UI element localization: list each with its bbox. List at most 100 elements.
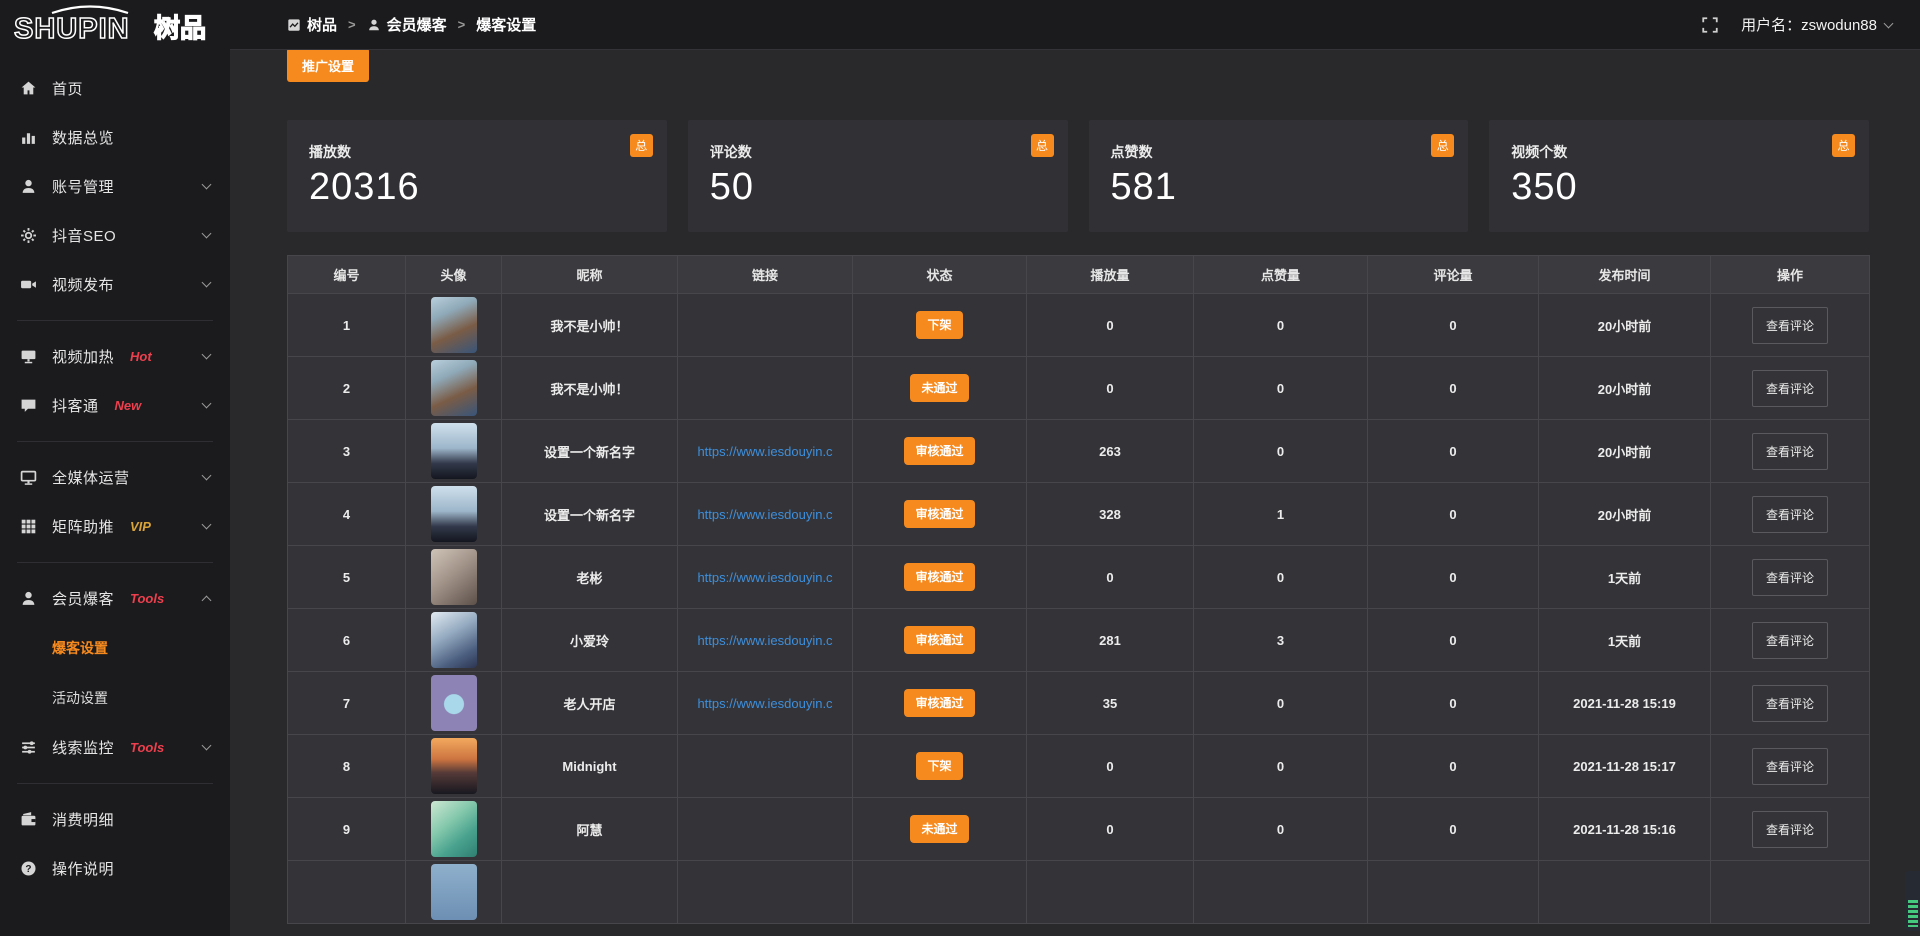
sidebar-item-label: 账号管理 — [52, 176, 114, 197]
sidebar-item-omnimedia[interactable]: 全媒体运营 — [0, 453, 230, 502]
sidebar-subitem-label: 活动设置 — [52, 688, 108, 708]
cell-avatar — [406, 483, 502, 546]
total-badge: 总 — [1832, 134, 1855, 157]
cell-avatar — [406, 546, 502, 609]
sidebar-item-account-mgmt[interactable]: 账号管理 — [0, 162, 230, 211]
brand-name-cn: 树品 — [154, 13, 206, 43]
cell-action: 查看评论 — [1711, 861, 1870, 924]
sidebar-item-douyin-seo[interactable]: 抖音SEO — [0, 211, 230, 260]
cell-likes: 0 — [1194, 546, 1368, 609]
cell-status: 审核通过 — [853, 672, 1027, 735]
cell-avatar — [406, 672, 502, 735]
sidebar-item-home[interactable]: 首页 — [0, 64, 230, 113]
cell-likes: 1 — [1194, 483, 1368, 546]
chevron-down-icon — [202, 399, 212, 409]
cell-nickname: 设置一个新名字 — [502, 483, 678, 546]
cell-nickname: Midnight — [502, 735, 678, 798]
video-link[interactable]: https://www.iesdouyin.c — [697, 507, 832, 522]
video-link[interactable]: https://www.iesdouyin.c — [697, 570, 832, 585]
stat-card-label: 点赞数 — [1111, 142, 1447, 162]
avatar — [431, 864, 477, 920]
sidebar-item-douketong[interactable]: 抖客通 New — [0, 381, 230, 430]
cell-action: 查看评论 — [1711, 294, 1870, 357]
view-comments-button[interactable]: 查看评论 — [1752, 811, 1828, 848]
sidebar-item-video-publish[interactable]: 视频发布 — [0, 260, 230, 309]
view-comments-button[interactable]: 查看评论 — [1752, 685, 1828, 722]
breadcrumb-item-shupin[interactable]: 树品 — [287, 14, 337, 35]
column-header: 头像 — [406, 256, 502, 294]
stat-card-label: 评论数 — [710, 142, 1046, 162]
sidebar-item-help[interactable]: ? 操作说明 — [0, 844, 230, 893]
browser-widget[interactable] — [1905, 871, 1920, 931]
cell-avatar — [406, 420, 502, 483]
column-header: 发布时间 — [1539, 256, 1711, 294]
fullscreen-icon[interactable] — [1701, 16, 1719, 34]
cell-plays: 281 — [1027, 609, 1194, 672]
cell-nickname: 小爱玲 — [502, 609, 678, 672]
stat-card: 点赞数 581 总 — [1089, 120, 1469, 232]
cell-action: 查看评论 — [1711, 357, 1870, 420]
cell-id — [288, 861, 406, 924]
view-comments-button[interactable]: 查看评论 — [1752, 433, 1828, 470]
stat-card-label: 播放数 — [309, 142, 645, 162]
cell-id: 5 — [288, 546, 406, 609]
cell-action: 查看评论 — [1711, 420, 1870, 483]
sidebar-subitem-baoke-settings[interactable]: 爆客设置 — [0, 623, 230, 673]
table-row: 8 Midnight 下架 0 0 0 2021-11-28 15:17 查看评… — [288, 735, 1870, 798]
table-row: 5 老彬 https://www.iesdouyin.c 审核通过 0 0 0 … — [288, 546, 1870, 609]
cell-publish-time: 1天前 — [1539, 546, 1711, 609]
user-menu[interactable]: 用户名：zswodun88 — [1741, 14, 1892, 35]
table-row: 7 老人开店 https://www.iesdouyin.c 审核通过 35 0… — [288, 672, 1870, 735]
sidebar-item-data-overview[interactable]: 数据总览 — [0, 113, 230, 162]
sidebar-item-spending-details[interactable]: 消费明细 — [0, 795, 230, 844]
avatar — [431, 486, 477, 542]
sidebar-item-label: 视频加热 — [52, 346, 114, 367]
breadcrumb-item-member-baoke[interactable]: 会员爆客 — [367, 14, 447, 35]
stat-card-value: 50 — [710, 166, 1046, 209]
cell-plays: 0 — [1027, 357, 1194, 420]
sidebar-divider — [17, 320, 213, 321]
view-comments-button[interactable]: 查看评论 — [1752, 622, 1828, 659]
view-comments-button[interactable]: 查看评论 — [1752, 496, 1828, 533]
cell-plays: 0 — [1027, 798, 1194, 861]
column-header: 操作 — [1711, 256, 1870, 294]
promotion-settings-button[interactable]: 推广设置 — [287, 48, 369, 82]
video-link[interactable]: https://www.iesdouyin.c — [697, 633, 832, 648]
sidebar-subitem-activity-settings[interactable]: 活动设置 — [0, 673, 230, 723]
sidebar-item-lead-monitor[interactable]: 线索监控 Tools — [0, 723, 230, 772]
view-comments-button[interactable]: 查看评论 — [1752, 307, 1828, 344]
breadcrumb-item-baoke-settings[interactable]: 爆客设置 — [476, 14, 536, 35]
brand-logo[interactable]: SHUPIN 树品 — [0, 0, 230, 50]
avatar — [431, 738, 477, 794]
cell-likes: 0 — [1194, 294, 1368, 357]
stat-card-label: 视频个数 — [1511, 142, 1847, 162]
column-header: 编号 — [288, 256, 406, 294]
chat-icon — [20, 397, 37, 414]
view-comments-button[interactable]: 查看评论 — [1752, 748, 1828, 785]
svg-text:?: ? — [25, 864, 31, 875]
cell-comments — [1368, 861, 1539, 924]
sidebar-item-matrix-boost[interactable]: 矩阵助推 VIP — [0, 502, 230, 551]
cell-plays: 328 — [1027, 483, 1194, 546]
cell-comments: 0 — [1368, 357, 1539, 420]
cell-nickname: 老人开店 — [502, 672, 678, 735]
dashboard-icon — [287, 18, 301, 32]
view-comments-button[interactable]: 查看评论 — [1752, 559, 1828, 596]
hot-tag: Hot — [130, 349, 152, 364]
sidebar-item-video-heat[interactable]: 视频加热 Hot — [0, 332, 230, 381]
view-comments-button[interactable]: 查看评论 — [1752, 370, 1828, 407]
video-link[interactable]: https://www.iesdouyin.c — [697, 696, 832, 711]
help-icon: ? — [20, 860, 37, 877]
cell-comments: 0 — [1368, 546, 1539, 609]
status-badge: 审核通过 — [904, 563, 974, 591]
avatar — [431, 612, 477, 668]
sliders-icon — [20, 739, 37, 756]
cell-nickname: 老彬 — [502, 546, 678, 609]
sidebar-item-member-baoke[interactable]: 会员爆客 Tools — [0, 574, 230, 623]
avatar — [431, 423, 477, 479]
cell-plays: 0 — [1027, 735, 1194, 798]
cell-link — [678, 735, 853, 798]
cell-publish-time: 2021-11-28 15:17 — [1539, 735, 1711, 798]
video-link[interactable]: https://www.iesdouyin.c — [697, 444, 832, 459]
cell-publish-time: 20小时前 — [1539, 420, 1711, 483]
